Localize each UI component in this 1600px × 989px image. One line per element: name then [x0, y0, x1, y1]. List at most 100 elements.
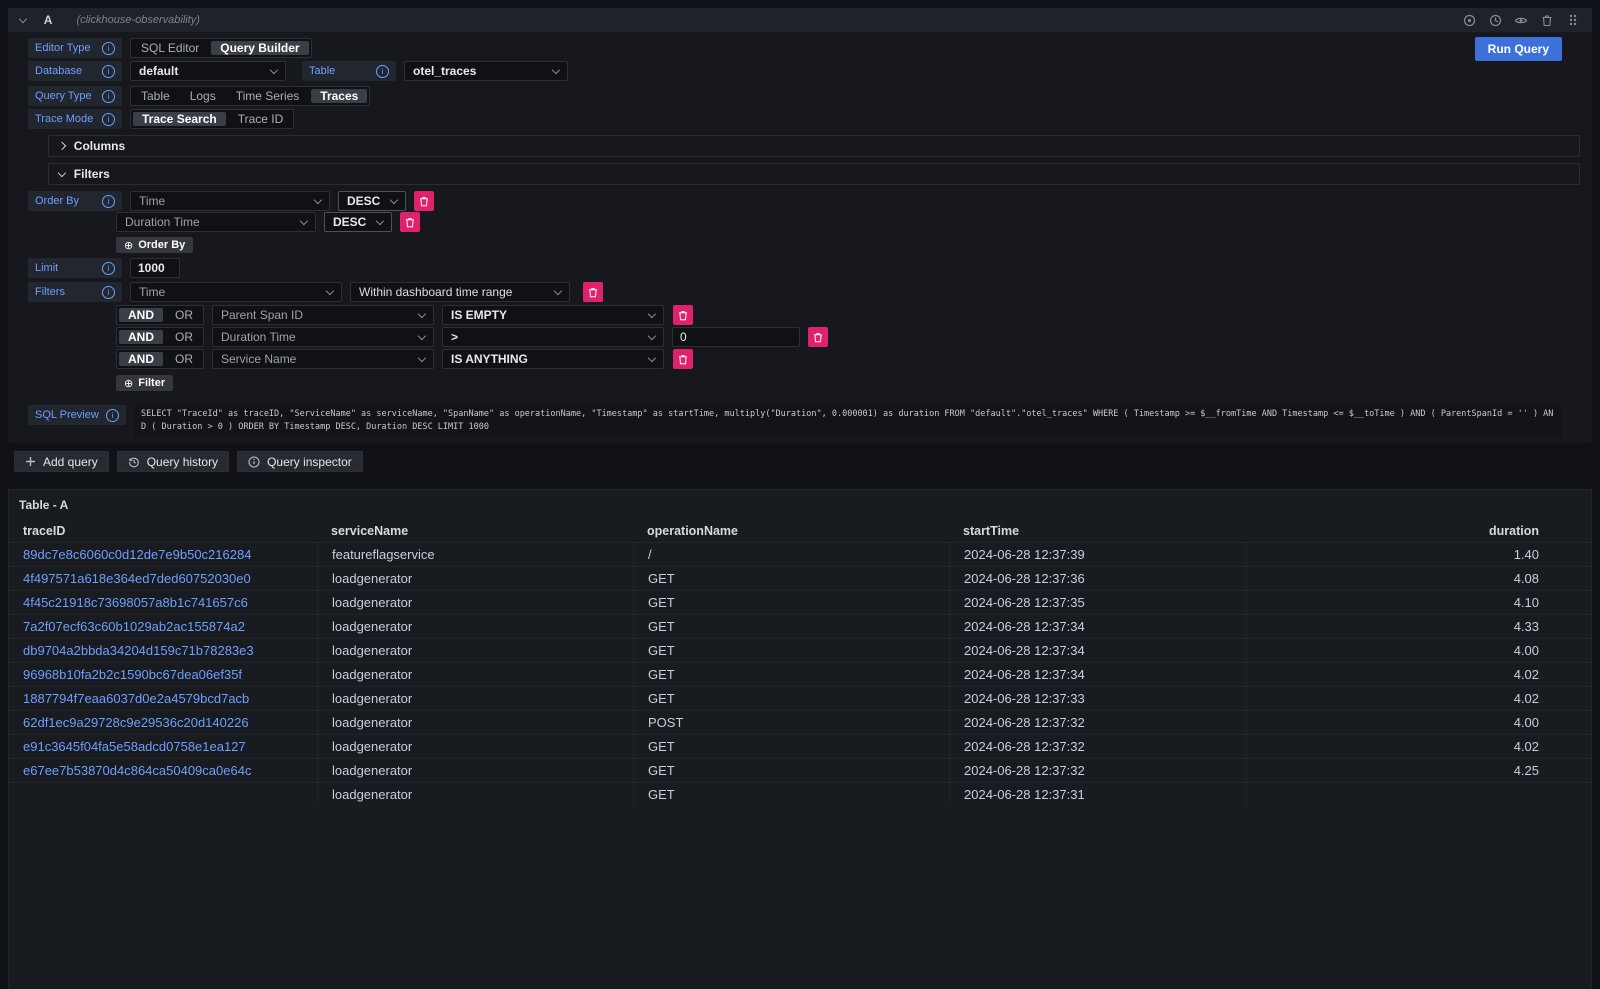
- spacer: [28, 349, 115, 369]
- record-icon[interactable]: [1462, 13, 1476, 27]
- trace-id-link[interactable]: e67ee7b53870d4c864ca50409ca0e64c: [9, 763, 317, 778]
- trace-id-link[interactable]: 1887794f7eaa6037d0e2a4579bcd7acb: [9, 691, 317, 706]
- limit-input[interactable]: [130, 258, 180, 278]
- add-filter-button[interactable]: ⊕ Filter: [116, 375, 173, 391]
- info-icon[interactable]: i: [102, 195, 115, 208]
- info-icon[interactable]: i: [102, 113, 115, 126]
- database-table-row: Database i default Table i otel_traces: [28, 61, 1562, 81]
- order-by-direction-select[interactable]: DESC: [338, 191, 406, 211]
- eye-icon[interactable]: [1514, 13, 1528, 27]
- add-order-by-row: ⊕ Order By: [28, 237, 1562, 253]
- table-row: 7a2f07ecf63c60b1029ab2ac155874a2 loadgen…: [9, 614, 1591, 638]
- start-time-cell: 2024-06-28 12:37:32: [949, 735, 1246, 758]
- query-type-switch: Table Logs Time Series Traces: [130, 86, 370, 106]
- or-option[interactable]: OR: [165, 350, 203, 368]
- chevron-down-icon: [418, 331, 426, 339]
- or-option[interactable]: OR: [165, 306, 203, 324]
- order-by-field-select[interactable]: Time: [130, 191, 330, 211]
- query-type-timeseries[interactable]: Time Series: [226, 87, 310, 105]
- and-option[interactable]: AND: [119, 352, 163, 366]
- info-icon[interactable]: i: [106, 409, 119, 422]
- drag-handle-icon[interactable]: [1566, 13, 1580, 27]
- trace-id-option[interactable]: Trace ID: [228, 110, 294, 128]
- order-by-field-value: Time: [139, 194, 165, 208]
- query-history-button[interactable]: Query history: [117, 451, 229, 472]
- trace-id-link[interactable]: 96968b10fa2b2c1590bc67dea06ef35f: [9, 667, 317, 682]
- trace-id-link[interactable]: 4f497571a618e364ed7ded60752030e0: [9, 571, 317, 586]
- filter-field-select[interactable]: Time: [130, 282, 342, 302]
- table-panel: Table - A traceID serviceName operationN…: [8, 489, 1592, 989]
- trace-id-link[interactable]: 4f45c21918c73698057a8b1c741657c6: [9, 595, 317, 610]
- query-type-table[interactable]: Table: [131, 87, 180, 105]
- editor-type-row: Editor Type i SQL Editor Query Builder R…: [28, 38, 1562, 58]
- info-icon[interactable]: i: [376, 65, 389, 78]
- column-header-duration[interactable]: duration: [1246, 524, 1591, 538]
- remove-order-by-button[interactable]: [400, 212, 420, 232]
- remove-filter-button[interactable]: [808, 327, 828, 347]
- editor-type-label: Editor Type: [35, 42, 90, 54]
- trace-id-link[interactable]: db9704a2bbda34204d159c71b78283e3: [9, 643, 317, 658]
- columns-section-header[interactable]: Columns: [48, 135, 1580, 157]
- remove-filter-button[interactable]: [673, 305, 693, 325]
- table-header-row: traceID serviceName operationName startT…: [9, 520, 1591, 542]
- chevron-down-icon: [418, 353, 426, 361]
- operation-name-cell: GET: [633, 615, 949, 638]
- info-icon[interactable]: i: [102, 262, 115, 275]
- sql-editor-option[interactable]: SQL Editor: [131, 39, 209, 57]
- duration-cell: 4.10: [1246, 591, 1591, 614]
- history-icon[interactable]: [1488, 13, 1502, 27]
- query-type-traces[interactable]: Traces: [311, 89, 367, 103]
- trace-search-option[interactable]: Trace Search: [133, 112, 226, 126]
- column-header-starttime[interactable]: startTime: [949, 524, 1246, 538]
- duration-cell: 4.02: [1246, 663, 1591, 686]
- remove-filter-button[interactable]: [673, 349, 693, 369]
- trace-mode-label-chip: Trace Mode i: [28, 109, 122, 129]
- query-inspector-button[interactable]: Query inspector: [237, 451, 363, 472]
- filter-operator-select[interactable]: >: [442, 327, 664, 347]
- column-header-servicename[interactable]: serviceName: [317, 524, 633, 538]
- add-query-button[interactable]: Add query: [14, 451, 109, 472]
- filter-operator-select[interactable]: Within dashboard time range: [350, 282, 570, 302]
- run-query-button[interactable]: Run Query: [1475, 37, 1562, 61]
- chevron-down-icon: [552, 65, 560, 73]
- trash-icon[interactable]: [1540, 13, 1554, 27]
- remove-order-by-button[interactable]: [414, 191, 434, 211]
- filters-section-header[interactable]: Filters: [48, 163, 1580, 185]
- filter-field-select[interactable]: Duration Time: [212, 327, 434, 347]
- order-by-field-select[interactable]: Duration Time: [116, 212, 316, 232]
- query-builder-option[interactable]: Query Builder: [211, 41, 308, 55]
- and-option[interactable]: AND: [119, 330, 163, 344]
- trace-id-link[interactable]: 62df1ec9a29728c9e29536c20d140226: [9, 715, 317, 730]
- add-order-by-button[interactable]: ⊕ Order By: [116, 237, 193, 253]
- filter-operator-value: Within dashboard time range: [359, 285, 512, 299]
- info-icon[interactable]: i: [102, 65, 115, 78]
- and-option[interactable]: AND: [119, 308, 163, 322]
- or-option[interactable]: OR: [165, 328, 203, 346]
- operation-name-cell: GET: [633, 735, 949, 758]
- filter-value-input[interactable]: [672, 327, 800, 347]
- database-select[interactable]: default: [130, 61, 286, 81]
- sql-preview-label-chip: SQL Preview i: [28, 405, 126, 425]
- trace-mode-switch: Trace Search Trace ID: [130, 109, 294, 129]
- trace-id-link[interactable]: 7a2f07ecf63c60b1029ab2ac155874a2: [9, 619, 317, 634]
- order-by-direction-select[interactable]: DESC: [324, 212, 392, 232]
- info-icon[interactable]: i: [102, 42, 115, 55]
- time-filter-row: Filters i Time Within dashboard time ran…: [28, 282, 1562, 302]
- filter-field-select[interactable]: Service Name: [212, 349, 434, 369]
- trace-id-link[interactable]: e91c3645f04fa5e58adcd0758e1ea127: [9, 739, 317, 754]
- filter-operator-select[interactable]: IS ANYTHING: [442, 349, 664, 369]
- trace-id-link[interactable]: 89dc7e8c6060c0d12de7e9b50c216284: [9, 547, 317, 562]
- remove-filter-button[interactable]: [583, 282, 603, 302]
- trace-mode-row: Trace Mode i Trace Search Trace ID: [28, 109, 1562, 129]
- filter-operator-select[interactable]: IS EMPTY: [442, 305, 664, 325]
- history-icon: [128, 456, 140, 468]
- query-type-logs[interactable]: Logs: [180, 87, 226, 105]
- column-header-traceid[interactable]: traceID: [9, 524, 317, 538]
- query-ref-id[interactable]: A: [44, 13, 53, 27]
- column-header-operationname[interactable]: operationName: [633, 524, 949, 538]
- info-icon[interactable]: i: [102, 286, 115, 299]
- filter-field-select[interactable]: Parent Span ID: [212, 305, 434, 325]
- info-icon[interactable]: i: [102, 90, 115, 103]
- table-select[interactable]: otel_traces: [404, 61, 568, 81]
- collapse-chevron-icon[interactable]: [19, 14, 27, 22]
